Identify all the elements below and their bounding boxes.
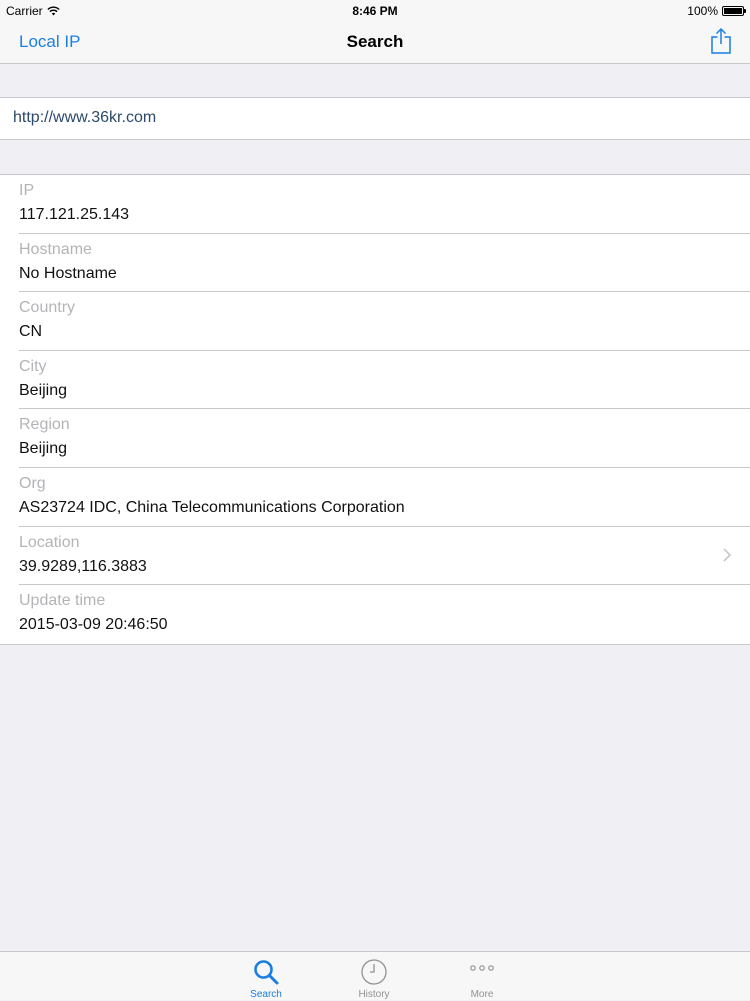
detail-row-country: Country CN xyxy=(19,292,750,351)
detail-value: No Hostname xyxy=(19,264,117,282)
detail-row-ip: IP 117.121.25.143 xyxy=(19,175,750,234)
detail-value: CN xyxy=(19,323,43,341)
detail-label: Location xyxy=(19,533,80,551)
detail-label: Org xyxy=(19,474,46,492)
tab-label: More xyxy=(470,989,494,1000)
tab-label: Search xyxy=(250,989,282,1000)
detail-row-city: City Beijing xyxy=(19,351,750,410)
page-title: Search xyxy=(346,32,404,51)
detail-row-org: Org AS23724 IDC, China Telecommunication… xyxy=(19,468,750,527)
detail-row-region: Region Beijing xyxy=(19,409,750,468)
url-value: http://www.36kr.com xyxy=(13,109,157,126)
search-icon xyxy=(254,960,279,985)
battery-icon xyxy=(722,6,746,16)
battery-percent: 100% xyxy=(687,4,718,18)
chevron-right-icon xyxy=(723,547,732,562)
detail-value: 117.121.25.143 xyxy=(19,206,130,223)
detail-value: Beijing xyxy=(19,440,68,458)
detail-row-location[interactable]: Location 39.9289,116.3883 xyxy=(19,527,750,586)
detail-row-hostname: Hostname No Hostname xyxy=(19,234,750,293)
detail-label: IP xyxy=(19,182,35,199)
ip-detail-list: IP 117.121.25.143 Hostname No Hostname C… xyxy=(0,174,750,645)
tab-bar: Search History More xyxy=(0,951,750,1000)
tab-label: History xyxy=(358,989,390,1000)
clock-icon xyxy=(361,959,387,985)
status-bar: Carrier 8:46 PM 100% xyxy=(0,0,750,22)
more-icon xyxy=(470,965,494,971)
navigation-bar: Local IP Search xyxy=(0,22,750,64)
detail-label: Region xyxy=(19,416,70,434)
detail-value: Beijing xyxy=(19,381,68,399)
detail-label: Country xyxy=(19,299,76,317)
detail-row-update-time: Update time 2015-03-09 20:46:50 xyxy=(19,585,750,644)
detail-value: 39.9289,116.3883 xyxy=(19,557,147,575)
tab-search[interactable]: Search xyxy=(236,952,296,1001)
detail-value: 2015-03-09 20:46:50 xyxy=(19,616,168,634)
url-input-cell[interactable]: http://www.36kr.com xyxy=(0,97,750,140)
tab-more[interactable]: More xyxy=(452,952,512,1001)
tab-history[interactable]: History xyxy=(344,952,404,1001)
share-icon[interactable] xyxy=(710,27,732,55)
status-time: 8:46 PM xyxy=(352,4,398,18)
detail-label: City xyxy=(19,357,47,375)
detail-label: Update time xyxy=(19,592,106,610)
detail-label: Hostname xyxy=(19,240,92,258)
detail-value: AS23724 IDC, China Telecommunications Co… xyxy=(19,498,405,516)
battery-indicator: 100% xyxy=(687,4,746,18)
